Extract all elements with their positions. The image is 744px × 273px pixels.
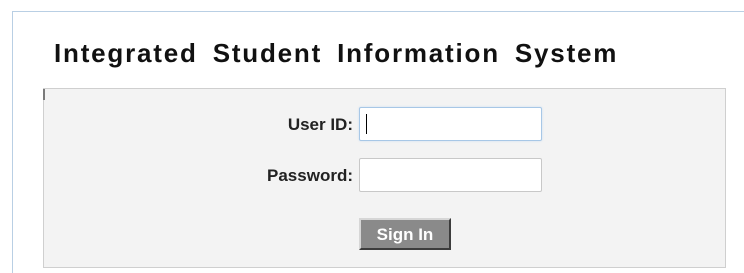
login-panel: User ID: Password: Sign In — [43, 88, 726, 268]
text-caret — [366, 114, 367, 134]
user-id-input[interactable] — [359, 107, 542, 141]
sign-in-button[interactable]: Sign In — [359, 218, 451, 250]
user-id-label: User ID: — [287, 115, 353, 134]
panel-corner-mark — [43, 89, 45, 100]
page-title: Integrated Student Information System — [54, 38, 619, 68]
login-page: Integrated Student Information System Us… — [0, 0, 744, 273]
user-id-row: User ID: — [44, 107, 727, 141]
password-input[interactable] — [359, 158, 542, 192]
password-label: Password: — [267, 166, 353, 185]
password-row: Password: — [44, 158, 727, 192]
user-id-field-wrapper — [359, 107, 542, 141]
